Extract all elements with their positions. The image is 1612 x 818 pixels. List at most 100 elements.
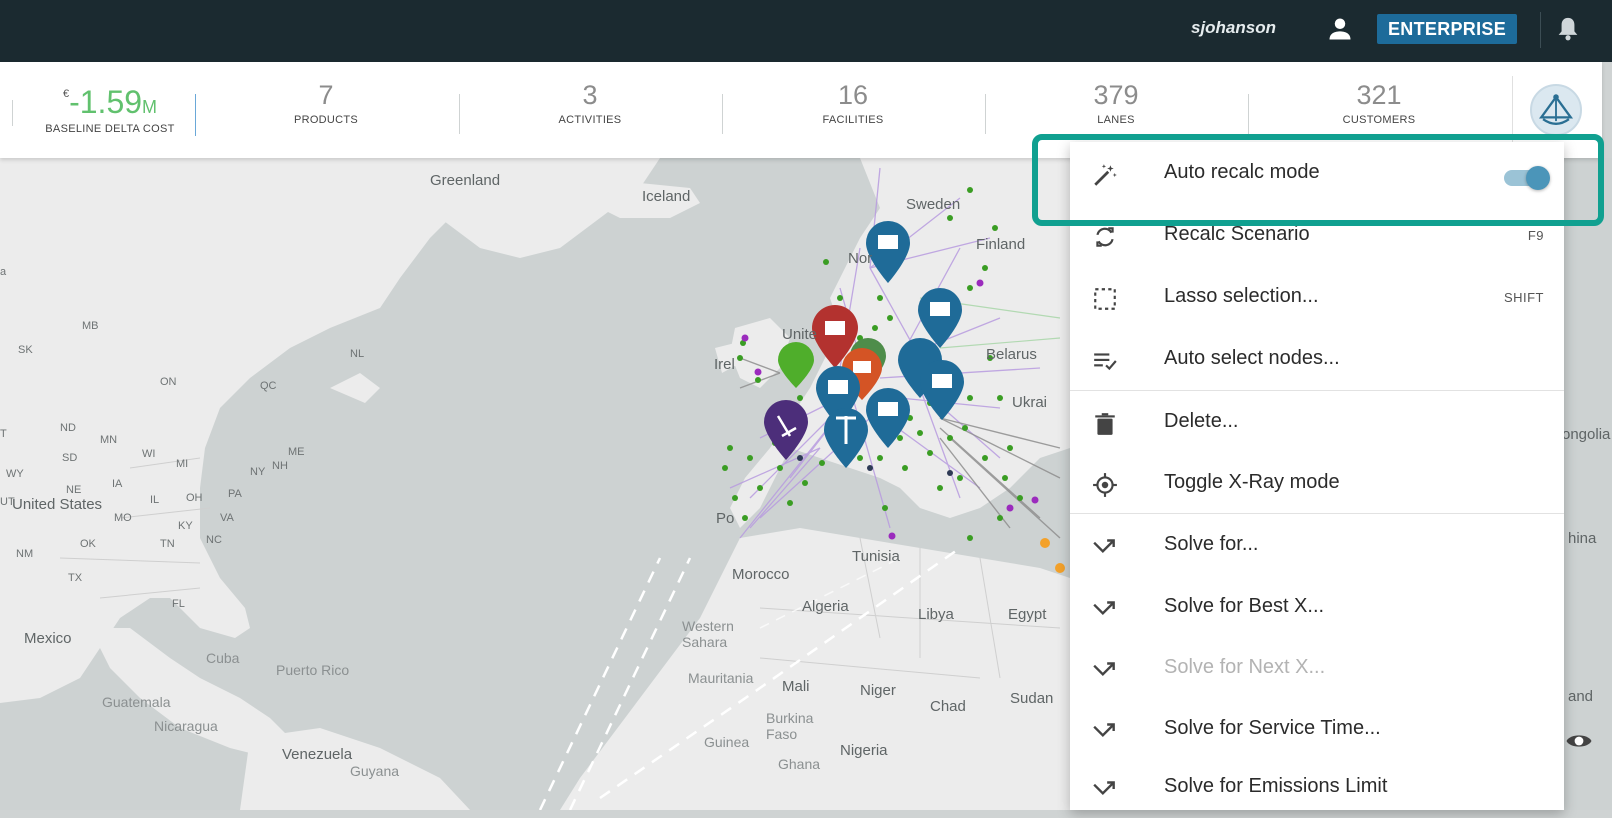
map-label: Western Sahara (682, 618, 734, 650)
kpi-divider (195, 94, 196, 136)
kpi-value: 3 (582, 80, 598, 110)
map-label: Ghana (778, 756, 821, 772)
map-label: Algeria (802, 598, 849, 615)
kpi-label: LANES (1097, 114, 1135, 126)
kpi-customers[interactable]: 321 CUSTOMERS (1279, 80, 1479, 126)
checklist-icon (1094, 353, 1117, 371)
kpi-label: CUSTOMERS (1342, 114, 1416, 126)
menu-item-label: Auto recalc mode (1164, 161, 1320, 183)
map-label: SD (62, 452, 78, 464)
map-label: WY (6, 468, 24, 480)
currency-symbol: € (62, 88, 70, 100)
person-icon[interactable] (1326, 14, 1354, 44)
kpi-divider (1248, 94, 1249, 134)
menu-item-label: Solve for Emissions Limit (1164, 775, 1388, 797)
auto-recalc-toggle[interactable] (1504, 166, 1550, 190)
menu-item-auto-select-nodes[interactable]: Auto select nodes... (1070, 328, 1564, 390)
scenario-avatar[interactable] (1530, 84, 1582, 136)
map-label: MI (176, 458, 189, 470)
map-label: Nicaragua (154, 718, 218, 734)
map-label: Ukrai (1012, 394, 1048, 411)
menu-item-label: Solve for Next X... (1164, 656, 1326, 678)
lasso-select-icon (1094, 288, 1116, 310)
magic-wand-icon (1094, 164, 1117, 186)
map-label: NH (272, 460, 288, 472)
eye-icon[interactable] (1564, 726, 1594, 756)
map-label: OH (186, 492, 203, 504)
menu-item-label: Auto select nodes... (1164, 347, 1340, 369)
bell-icon[interactable] (1554, 14, 1582, 44)
menu-item-lasso-selection[interactable]: Lasso selection... SHIFT (1070, 266, 1564, 328)
map-label: Egypt (1008, 606, 1047, 623)
map-label: Mali (782, 678, 810, 695)
map-label: Nigeria (840, 742, 888, 759)
menu-item-label: Lasso selection... (1164, 285, 1319, 307)
kpi-value: 321 (1356, 80, 1402, 110)
kpi-divider (459, 94, 460, 134)
map-label: Mauritania (688, 670, 754, 686)
menu-item-label: Recalc Scenario (1164, 223, 1310, 245)
map-label: IL (150, 494, 160, 506)
map-label: SK (18, 344, 33, 356)
map-label: Cuba (206, 650, 240, 666)
menu-item-recalc-scenario[interactable]: Recalc Scenario F9 (1070, 204, 1564, 266)
username[interactable]: sjohanson (1191, 18, 1276, 38)
map-label: NC (206, 534, 222, 546)
map-label: Irel (714, 356, 735, 373)
map-label: UT (0, 496, 15, 508)
kpi-divider (985, 94, 986, 134)
trend-arrow-icon (1093, 723, 1115, 738)
menu-item-label: Solve for Best X... (1164, 595, 1325, 617)
map-label: hina (1568, 530, 1597, 547)
menu-item-shortcut: F9 (1527, 228, 1544, 243)
menu-item-auto-recalc[interactable]: Auto recalc mode (1070, 142, 1564, 204)
trend-arrow-icon (1093, 662, 1115, 677)
trend-arrow-icon (1093, 601, 1115, 616)
kpi-divider (722, 94, 723, 134)
map-label: and (1568, 688, 1594, 705)
crosshair-icon (1093, 473, 1117, 497)
kpi-activities[interactable]: 3 ACTIVITIES (490, 80, 690, 126)
menu-item-solve-emissions[interactable]: Solve for Emissions Limit (1070, 756, 1564, 818)
map-label: Morocco (732, 566, 790, 583)
header-divider (1540, 12, 1541, 48)
kpi-facilities[interactable]: 16 FACILITIES (753, 80, 953, 126)
map-label: Burkina Faso (766, 710, 814, 742)
map-label: OK (80, 538, 96, 550)
baseline-amount: -1.59 (69, 84, 143, 120)
kpi-divider (1512, 76, 1513, 146)
map-label: Venezuela (282, 746, 353, 763)
map-label: TX (68, 572, 83, 584)
map-label: ND (60, 422, 76, 434)
kpi-products[interactable]: 7 PRODUCTS (226, 80, 426, 126)
map-label: Tunisia (852, 548, 900, 565)
baseline-label: BASELINE DELTA COST (45, 123, 175, 135)
map-label: Guatemala (102, 694, 171, 710)
top-bar: sjohanson ENTERPRISE (0, 0, 1612, 62)
kpi-lanes[interactable]: 379 LANES (1016, 80, 1216, 126)
kpi-value: 16 (837, 80, 869, 110)
map-label: WI (142, 448, 156, 460)
menu-item-solve-for[interactable]: Solve for... (1070, 514, 1564, 576)
map-label: Po (716, 510, 735, 527)
map-label: IA (112, 478, 123, 490)
map-label: Guinea (704, 734, 750, 750)
menu-item-solve-next-x: Solve for Next X... (1070, 637, 1564, 699)
map-label: Chad (930, 698, 966, 715)
map-label: VA (220, 512, 234, 524)
edition-badge: ENTERPRISE (1377, 14, 1517, 44)
map-label: Nor (848, 250, 873, 267)
baseline-delta-cost[interactable]: €-1.59M BASELINE DELTA COST (40, 84, 180, 135)
map-label: TN (160, 538, 175, 550)
kpi-divider (12, 100, 13, 126)
kpi-value: 7 (318, 80, 334, 110)
trend-arrow-icon (1093, 781, 1115, 796)
map-label: Greenland (430, 172, 501, 189)
map-label: ON (160, 376, 177, 388)
menu-item-delete[interactable]: Delete... (1070, 391, 1564, 453)
map-label: ME (288, 446, 305, 458)
map-label: MB (82, 320, 99, 332)
menu-item-solve-best-x[interactable]: Solve for Best X... (1070, 576, 1564, 638)
menu-item-solve-service-time[interactable]: Solve for Service Time... (1070, 698, 1564, 760)
menu-item-toggle-xray[interactable]: Toggle X-Ray mode (1070, 452, 1564, 514)
